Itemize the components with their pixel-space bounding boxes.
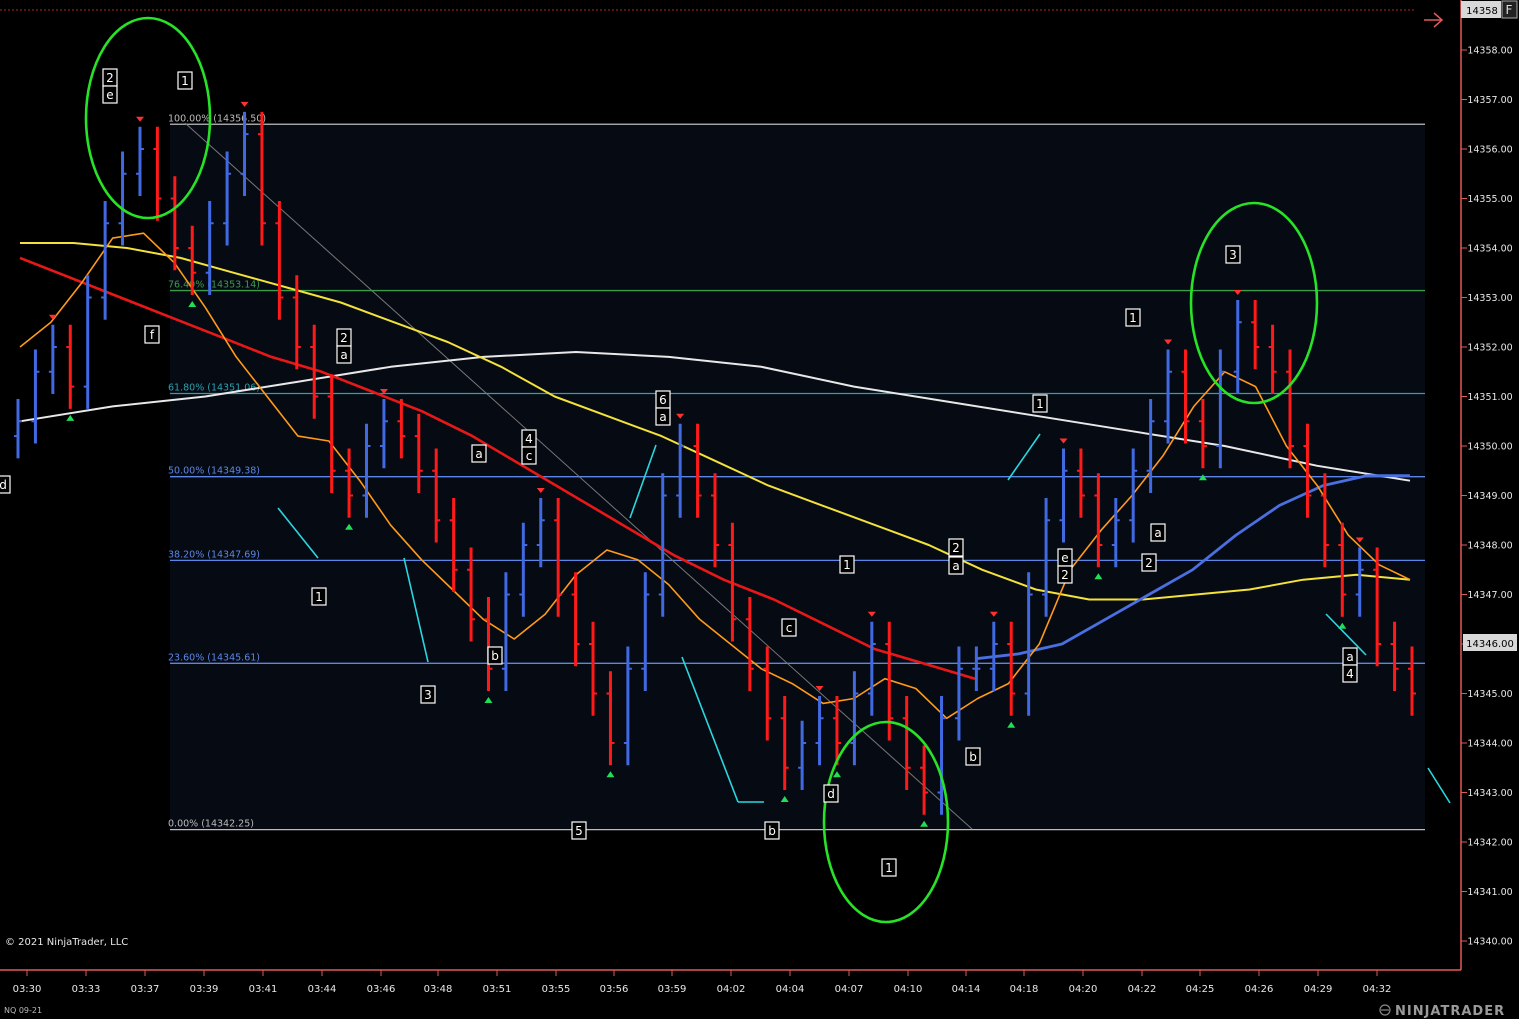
wave-label: a — [659, 410, 666, 424]
y-tick-label: 14353.00 — [1467, 293, 1512, 304]
x-tick-label: 03:44 — [308, 984, 337, 995]
wave-label: 1 — [885, 861, 893, 875]
x-tick-label: 03:46 — [367, 984, 396, 995]
fib-label: 50.00% (14349.38) — [168, 466, 260, 477]
wave-label: a — [952, 559, 959, 573]
fib-label: 0.00% (14342.25) — [168, 819, 254, 830]
wave-label: d — [827, 787, 835, 801]
fib-label: 76.40% (14353.14) — [168, 280, 260, 291]
y-tick-label: 14357.00 — [1467, 95, 1512, 106]
x-tick-label: 03:41 — [249, 984, 278, 995]
x-tick-label: 04:07 — [835, 984, 864, 995]
x-tick-label: 04:22 — [1128, 984, 1157, 995]
x-tick-label: 03:37 — [131, 984, 160, 995]
fib-label: 61.80% (14351.06) — [168, 383, 260, 394]
wave-label: a — [475, 447, 482, 461]
y-tick-label: 14343.00 — [1467, 788, 1512, 799]
wave-label: d — [0, 478, 7, 492]
wave-label: 1 — [1129, 311, 1137, 325]
instrument-label: NQ 09-21 — [4, 1006, 42, 1015]
x-tick-label: 04:29 — [1304, 984, 1333, 995]
y-tick-label: 14350.00 — [1467, 442, 1512, 453]
x-tick-label: 04:04 — [776, 984, 805, 995]
y-tick-label: 14348.00 — [1467, 541, 1512, 552]
x-tick-label: 04:20 — [1069, 984, 1098, 995]
wave-label: 1 — [181, 74, 189, 88]
x-tick-label: 03:39 — [190, 984, 219, 995]
wave-label: b — [969, 750, 977, 764]
copyright-text: © 2021 NinjaTrader, LLC — [5, 937, 128, 948]
x-tick-label: 03:48 — [424, 984, 453, 995]
wave-label: 5 — [575, 824, 583, 838]
y-tick-label: 14344.00 — [1467, 739, 1512, 750]
fib-label: 23.60% (14345.61) — [168, 652, 260, 663]
y-tick-label: 14342.00 — [1467, 838, 1512, 849]
x-tick-label: 04:26 — [1245, 984, 1274, 995]
wave-label: 2 — [106, 71, 114, 85]
wave-label: 3 — [424, 688, 432, 702]
wave-label: a — [1346, 650, 1353, 664]
wave-label: 2 — [1145, 556, 1153, 570]
x-tick-label: 03:59 — [658, 984, 687, 995]
wave-label: 3 — [1229, 248, 1237, 262]
fib-zone — [170, 123, 1425, 829]
x-tick-label: 04:32 — [1363, 984, 1392, 995]
ninjatrader-logo: NINJATRADER — [1379, 1004, 1505, 1019]
wave-label: a — [1154, 526, 1161, 540]
y-tick-label: 14341.00 — [1467, 887, 1512, 898]
price-marker-text: 14346.00 — [1466, 639, 1514, 650]
fib-label: 38.20% (14347.69) — [168, 549, 260, 560]
wave-label: c — [786, 621, 793, 635]
price-chart[interactable]: 100.00% (14356.50) 76.40% (14353.14) 61.80… — [0, 0, 1519, 1019]
y-tick-label: 14340.00 — [1467, 937, 1512, 948]
x-tick-label: 04:14 — [952, 984, 981, 995]
wave-label: 4 — [1346, 667, 1354, 681]
y-tick-label: 14356.00 — [1467, 145, 1512, 156]
x-tick-label: 03:56 — [600, 984, 629, 995]
brand-text: NINJATRADER — [1395, 1004, 1505, 1019]
wave-label: 2 — [1061, 568, 1069, 582]
wave-label: b — [491, 649, 499, 663]
y-tick-label: 14349.00 — [1467, 491, 1512, 502]
wave-label: 1 — [315, 590, 323, 604]
y-tick-label: 14352.00 — [1467, 343, 1512, 354]
wave-label: e — [106, 88, 113, 102]
x-tick-label: 04:02 — [717, 984, 746, 995]
x-tick-label: 03:33 — [72, 984, 101, 995]
wave-label: a — [340, 348, 347, 362]
wave-label: 1 — [1036, 397, 1044, 411]
panel-f-label: F — [1506, 3, 1513, 17]
wave-label: 1 — [843, 558, 851, 572]
y-tick-label: 14358.00 — [1467, 46, 1512, 57]
x-tick-label: 04:25 — [1186, 984, 1215, 995]
y-tick-label: 14351.00 — [1467, 392, 1512, 403]
y-tick-label: 14345.00 — [1467, 689, 1512, 700]
x-tick-label: 03:55 — [542, 984, 571, 995]
y-tick-label: 14347.00 — [1467, 590, 1512, 601]
wave-label: 2 — [952, 541, 960, 555]
wave-label: 6 — [659, 393, 667, 407]
wave-label: 4 — [525, 432, 533, 446]
wave-label: e — [1061, 551, 1068, 565]
x-tick-label: 03:30 — [13, 984, 42, 995]
y-tick-label: 14354.00 — [1467, 244, 1512, 255]
x-tick-label: 04:10 — [894, 984, 923, 995]
current-price-text: 14358 — [1466, 6, 1498, 17]
wave-label: 2 — [340, 331, 348, 345]
y-tick-label: 14355.00 — [1467, 194, 1512, 205]
wave-label: b — [768, 824, 776, 838]
wave-label: c — [526, 449, 533, 463]
x-tick-label: 04:18 — [1010, 984, 1039, 995]
fib-label: 100.00% (14356.50) — [168, 113, 266, 124]
x-tick-label: 03:51 — [483, 984, 512, 995]
